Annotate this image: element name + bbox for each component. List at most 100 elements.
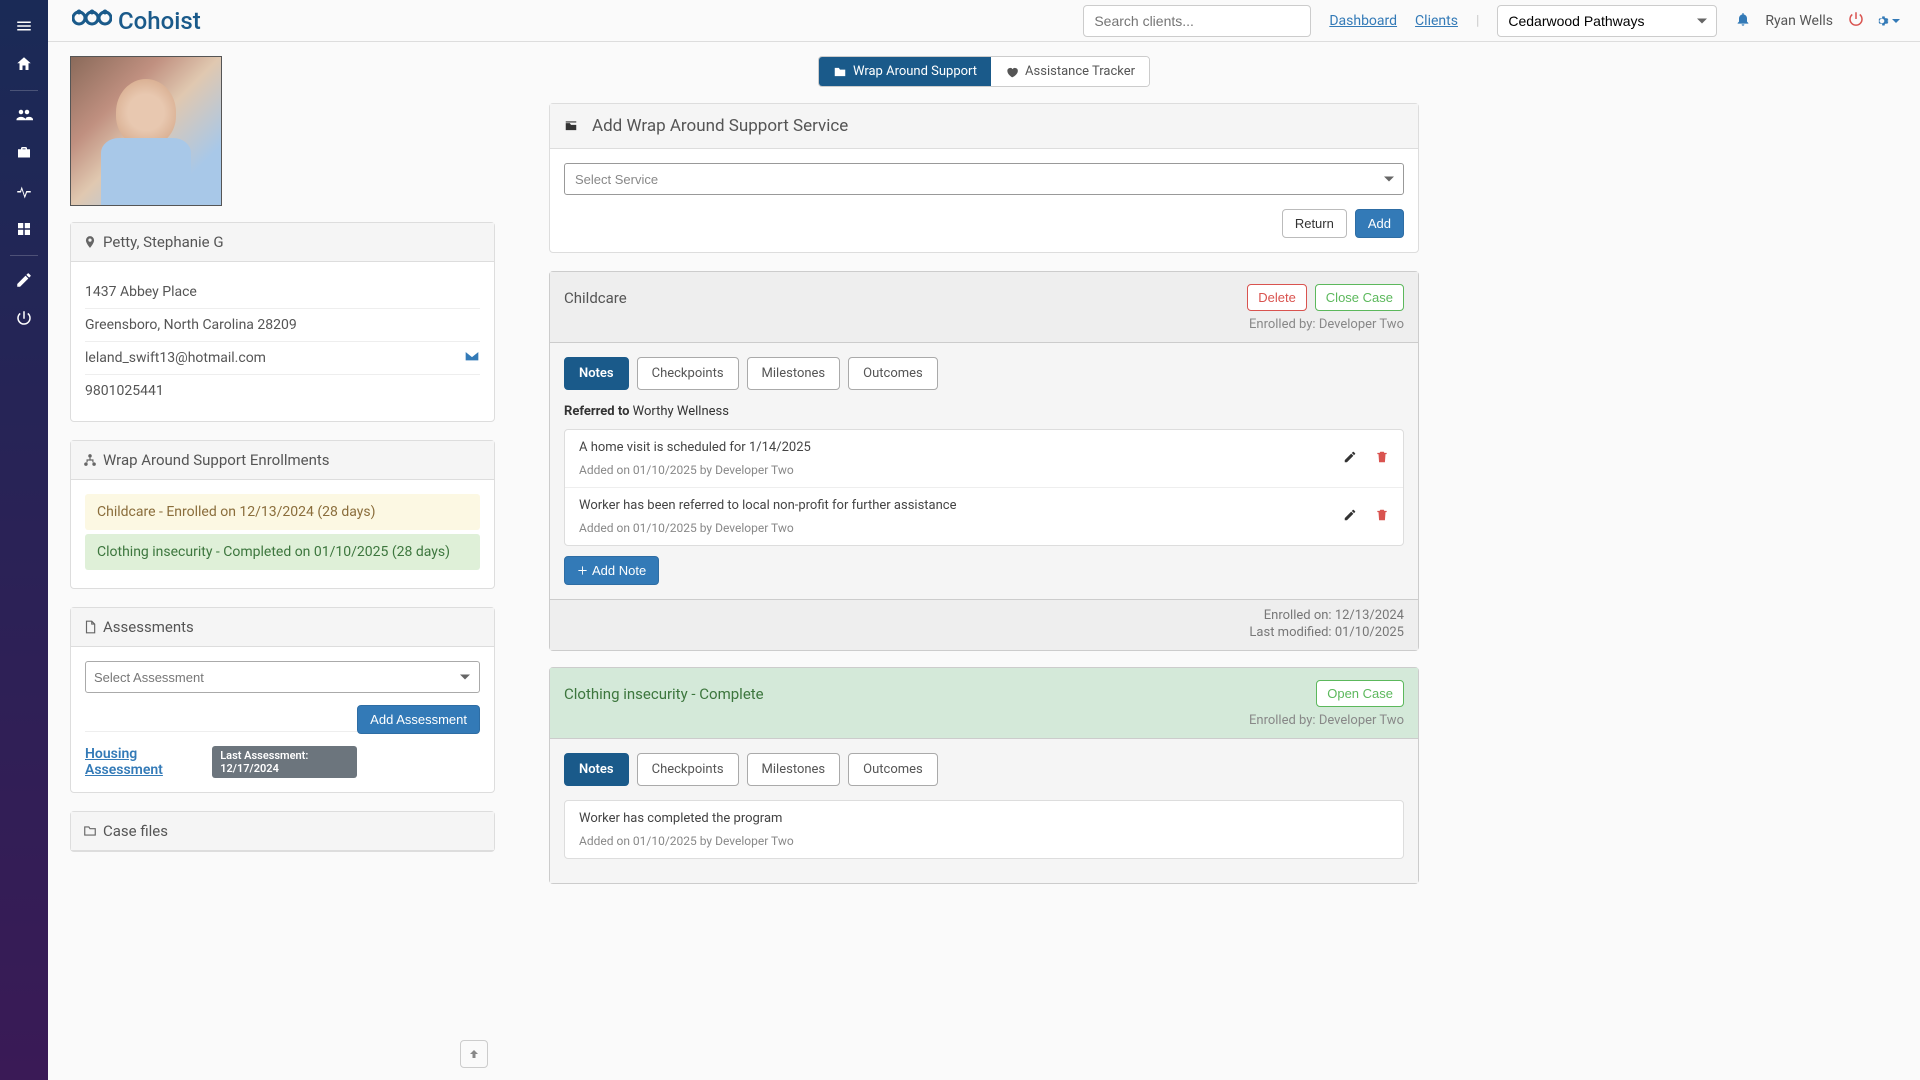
search-input[interactable] <box>1083 5 1311 37</box>
divider <box>10 90 38 91</box>
arrow-up-icon <box>468 1048 480 1060</box>
tab-wrap-around[interactable]: Wrap Around Support <box>819 57 991 86</box>
send-email-button[interactable] <box>464 350 480 366</box>
subtab-outcomes[interactable]: Outcomes <box>848 753 938 786</box>
pencil-icon <box>1343 450 1357 464</box>
people-icon <box>15 106 33 124</box>
nav-home[interactable] <box>0 46 48 82</box>
case-title: Childcare <box>564 289 627 307</box>
user-name: Ryan Wells <box>1765 13 1833 29</box>
heart-icon <box>1005 65 1019 79</box>
service-select[interactable]: Select Service <box>564 163 1404 195</box>
add-assessment-button[interactable]: Add Assessment <box>357 705 480 734</box>
enrollment-item[interactable]: Childcare - Enrolled on 12/13/2024 (28 d… <box>85 494 480 530</box>
pulse-icon <box>15 182 33 200</box>
map-pin-icon <box>83 235 97 249</box>
bell-icon <box>1735 11 1751 27</box>
nav-activity[interactable] <box>0 173 48 209</box>
service-tabs: Wrap Around Support Assistance Tracker <box>818 56 1150 87</box>
nav-cases[interactable] <box>0 135 48 171</box>
pencil-icon <box>15 271 33 289</box>
separator: | <box>1476 13 1479 29</box>
subtab-milestones[interactable]: Milestones <box>747 357 841 390</box>
last-assessment-pill: Last Assessment: 12/17/2024 <box>212 746 357 778</box>
return-button[interactable]: Return <box>1282 209 1347 238</box>
note-meta: Added on 01/10/2025 by Developer Two <box>579 521 1389 535</box>
assessments-panel: Assessments Select Assessment Add Assess… <box>70 607 495 793</box>
logout-button[interactable] <box>1847 10 1865 32</box>
hamburger-icon <box>15 17 33 35</box>
folder-icon <box>833 65 847 79</box>
case-panel-clothing: Clothing insecurity - Complete Open Case… <box>549 667 1419 884</box>
delete-note-button[interactable] <box>1375 450 1389 468</box>
nav-reports[interactable] <box>0 211 48 247</box>
enrollments-title: Wrap Around Support Enrollments <box>103 451 330 469</box>
nav-dashboard-link[interactable]: Dashboard <box>1329 13 1397 29</box>
client-avatar <box>70 56 222 206</box>
edit-note-button[interactable] <box>1343 508 1357 526</box>
nav-edit[interactable] <box>0 262 48 298</box>
housing-assessment-link[interactable]: Housing Assessment <box>85 746 200 778</box>
note-text: Worker has been referred to local non-pr… <box>579 498 1389 513</box>
enrolled-on-label: Enrolled on: <box>1264 608 1332 623</box>
subtab-notes[interactable]: Notes <box>564 753 629 786</box>
client-email: leland_swift13@hotmail.com <box>85 350 266 366</box>
folder-icon <box>83 824 97 838</box>
subtab-notes[interactable]: Notes <box>564 357 629 390</box>
enrollment-item[interactable]: Clothing insecurity - Completed on 01/10… <box>85 534 480 570</box>
note-meta: Added on 01/10/2025 by Developer Two <box>579 463 1389 477</box>
note-text: A home visit is scheduled for 1/14/2025 <box>579 440 1389 455</box>
nav-clients[interactable] <box>0 97 48 133</box>
note-row: A home visit is scheduled for 1/14/2025 … <box>565 430 1403 488</box>
sitemap-icon <box>83 453 97 467</box>
add-service-title: Add Wrap Around Support Service <box>592 116 848 136</box>
close-case-button[interactable]: Close Case <box>1315 284 1404 311</box>
header: Cohoist Dashboard Clients | Cedarwood Pa… <box>48 0 1920 42</box>
subtab-milestones[interactable]: Milestones <box>747 753 841 786</box>
assessments-title: Assessments <box>103 618 194 636</box>
case-title: Clothing insecurity - Complete <box>564 685 764 703</box>
note-text: Worker has completed the program <box>579 811 1389 826</box>
case-panel-childcare: Childcare Delete Close Case Enrolled by:… <box>549 271 1419 651</box>
enrolled-on-date: 12/13/2024 <box>1335 608 1404 623</box>
menu-toggle[interactable] <box>0 8 48 44</box>
notifications-button[interactable] <box>1735 11 1751 31</box>
subtab-checkpoints[interactable]: Checkpoints <box>637 357 739 390</box>
assessment-select[interactable]: Select Assessment <box>85 661 480 693</box>
gear-icon <box>1875 14 1889 28</box>
note-meta: Added on 01/10/2025 by Developer Two <box>579 834 1389 848</box>
note-row: Worker has been referred to local non-pr… <box>565 488 1403 545</box>
add-service-panel: Add Wrap Around Support Service Select S… <box>549 103 1419 253</box>
enrolled-by-value: Developer Two <box>1319 317 1404 332</box>
tab-assistance-tracker[interactable]: Assistance Tracker <box>991 57 1149 86</box>
folder-solid-icon <box>564 119 578 133</box>
scroll-to-top-button[interactable] <box>460 1040 488 1068</box>
subtab-checkpoints[interactable]: Checkpoints <box>637 753 739 786</box>
delete-note-button[interactable] <box>1375 508 1389 526</box>
case-files-panel: Case files <box>70 811 495 852</box>
enrolled-by-label: Enrolled by: <box>1249 317 1316 332</box>
enrolled-by-value: Developer Two <box>1319 713 1404 728</box>
logo-icon <box>72 6 112 36</box>
brand-text: Cohoist <box>118 7 201 35</box>
client-info-panel: Petty, Stephanie G 1437 Abbey Place Gree… <box>70 222 495 422</box>
envelope-icon <box>464 350 480 362</box>
add-note-button[interactable]: Add Note <box>564 556 659 585</box>
nav-clients-link[interactable]: Clients <box>1415 13 1458 29</box>
brand-logo: Cohoist <box>72 6 201 36</box>
subtab-outcomes[interactable]: Outcomes <box>848 357 938 390</box>
last-modified-date: 01/10/2025 <box>1335 625 1404 640</box>
edit-note-button[interactable] <box>1343 450 1357 468</box>
enrolled-by-label: Enrolled by: <box>1249 713 1316 728</box>
case-files-title: Case files <box>103 822 168 840</box>
note-row: Worker has completed the program Added o… <box>565 801 1403 858</box>
document-icon <box>83 620 97 634</box>
open-case-button[interactable]: Open Case <box>1316 680 1404 707</box>
delete-case-button[interactable]: Delete <box>1247 284 1307 311</box>
settings-dropdown[interactable] <box>1875 14 1900 28</box>
nav-logout[interactable] <box>0 300 48 336</box>
add-button[interactable]: Add <box>1355 209 1404 238</box>
org-select[interactable]: Cedarwood Pathways <box>1497 5 1717 37</box>
briefcase-icon <box>15 144 33 162</box>
client-address1: 1437 Abbey Place <box>85 276 480 309</box>
